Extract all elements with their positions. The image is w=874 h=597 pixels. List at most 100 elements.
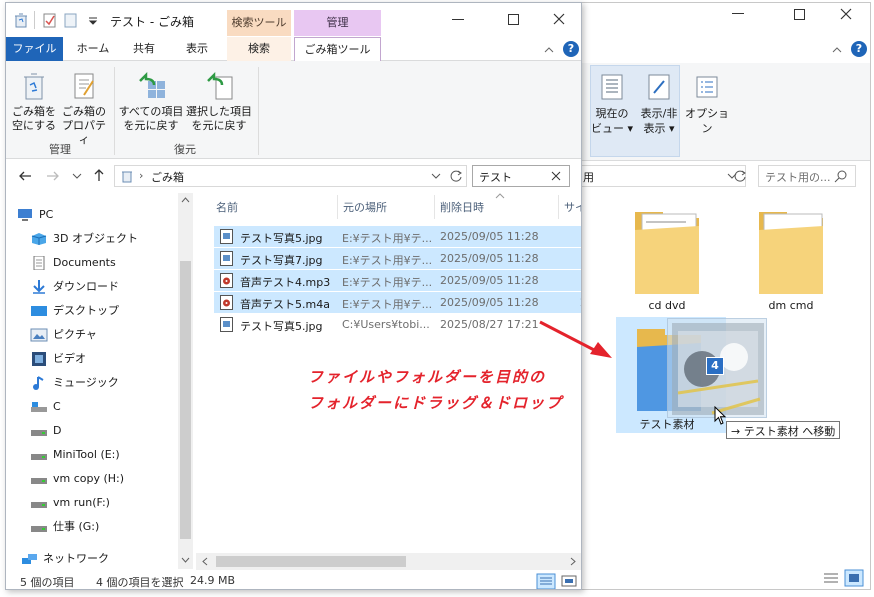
current-view-label-1: 現在の [595, 107, 629, 120]
background-explorer-window[interactable]: ? 現在の ビュー ▾ 表示/非 表示 ▾ オプション 用 テスト用の... c… [575, 2, 871, 590]
column-header-size[interactable]: サイ [564, 199, 581, 215]
restore-selected-button[interactable]: 選択した項目 を元に戻す [186, 71, 252, 133]
nav-item-label: ピクチャ [53, 328, 97, 341]
file-list-horizontal-scrollbar[interactable] [196, 553, 581, 570]
nav-item-drive-e[interactable]: MiniTool (E:) [30, 443, 120, 467]
file-row[interactable]: 音声テスト5.m4a E:¥テスト用¥テ... 2025/09/05 11:28… [214, 292, 581, 313]
nav-item-label: vm copy (H:) [53, 472, 125, 485]
breadcrumb-separator: › [139, 169, 144, 182]
column-header-location[interactable]: 元の場所 [343, 199, 387, 215]
refresh-icon[interactable] [733, 169, 747, 183]
nav-item-drive-f[interactable]: vm run(F:) [30, 491, 110, 515]
nav-item-videos[interactable]: ビデオ [30, 347, 86, 371]
column-header-name[interactable]: 名前 [216, 199, 238, 215]
clear-search-icon[interactable] [551, 171, 561, 181]
back-arrow-icon[interactable] [18, 169, 32, 183]
address-bar[interactable]: › ごみ箱 [114, 165, 467, 187]
current-view-button[interactable]: 現在の ビュー ▾ [590, 73, 634, 136]
nav-item-drive-d[interactable]: D [30, 419, 61, 443]
nav-item-pictures[interactable]: ピクチャ [30, 323, 97, 347]
nav-item-network[interactable]: ネットワーク [20, 547, 109, 571]
minimize-icon[interactable] [732, 13, 744, 14]
new-folder-icon[interactable] [64, 13, 78, 28]
refresh-icon[interactable] [449, 169, 463, 183]
column-divider[interactable] [558, 195, 559, 219]
nav-item-downloads[interactable]: ダウンロード [30, 275, 119, 299]
nav-item-label: PC [39, 208, 54, 221]
recycle-bin-window[interactable]: テスト - ごみ箱 検索ツール 管理 ファイル ホーム 共有 表示 検索 ごみ箱… [5, 2, 582, 590]
details-view-icon[interactable] [536, 573, 556, 590]
scroll-left-icon[interactable] [202, 557, 208, 566]
drive-icon [31, 454, 47, 460]
chevron-down-icon[interactable] [431, 173, 441, 179]
image-file-icon [220, 229, 233, 244]
group-manage-label: 管理 [49, 143, 71, 156]
show-hide-button[interactable]: 表示/非 表示 ▾ [636, 73, 682, 136]
search-input[interactable]: テスト [472, 165, 570, 187]
nav-item-3d-objects[interactable]: 3D オブジェクト [30, 227, 138, 251]
help-icon[interactable]: ? [851, 41, 867, 57]
recent-locations-icon[interactable] [72, 173, 82, 179]
drag-count-badge: 4 [706, 357, 724, 375]
navigation-pane[interactable]: PC 3D オブジェクト Documents ダウンロード デスクトップ ピクチ… [6, 193, 193, 569]
back-ribbon: 現在の ビュー ▾ 表示/非 表示 ▾ オプション [576, 63, 870, 161]
file-row[interactable]: テスト写真5.jpg C:¥Users¥tobi... 2025/08/27 1… [214, 314, 581, 335]
forward-arrow-icon[interactable] [46, 169, 60, 183]
file-row[interactable]: テスト写真7.jpg E:¥テスト用¥テ... 2025/09/05 11:28 [214, 248, 581, 269]
folder-dm-cmd[interactable] [756, 208, 826, 296]
customize-quick-access-icon[interactable] [88, 17, 98, 25]
folder-cd-dvd[interactable] [632, 208, 702, 296]
tab-home[interactable]: ホーム [68, 37, 118, 61]
up-arrow-icon[interactable] [92, 168, 106, 182]
nav-item-desktop[interactable]: デスクトップ [30, 299, 119, 323]
folder-label-cd-dvd: cd dvd [648, 299, 686, 312]
column-divider[interactable] [434, 195, 435, 219]
folder-icon [759, 212, 823, 294]
tab-share[interactable]: 共有 [122, 37, 166, 61]
help-icon[interactable]: ? [563, 41, 579, 57]
options-button[interactable]: オプション [684, 73, 730, 136]
maximize-icon[interactable] [508, 14, 519, 25]
breadcrumb-recycle-bin[interactable]: ごみ箱 [151, 169, 184, 185]
scroll-up-icon[interactable] [181, 197, 190, 203]
details-view-icon[interactable] [822, 571, 840, 585]
maximize-icon[interactable] [794, 9, 805, 20]
tab-file[interactable]: ファイル [6, 37, 63, 61]
minimize-icon[interactable] [452, 19, 464, 20]
properties-icon[interactable] [43, 13, 57, 28]
nav-item-pc[interactable]: PC [16, 203, 53, 227]
scrollbar-thumb[interactable] [180, 261, 191, 539]
file-date-deleted: 2025/09/05 11:28 [440, 296, 539, 309]
drag-preview: 4 [667, 318, 767, 418]
column-divider[interactable] [337, 195, 338, 219]
file-row[interactable]: 音声テスト4.mp3 E:¥テスト用¥テ... 2025/09/05 11:28 [214, 270, 581, 291]
large-icons-view-icon[interactable] [844, 569, 864, 587]
tab-recycle-bin-tools[interactable]: ごみ箱ツール [294, 37, 381, 62]
nav-item-drive-h[interactable]: vm copy (H:) [30, 467, 124, 491]
chevron-up-icon[interactable] [544, 45, 554, 53]
nav-item-music[interactable]: ミュージック [30, 371, 119, 395]
nav-item-label: Documents [53, 256, 116, 269]
close-icon[interactable] [553, 13, 565, 25]
nav-item-documents[interactable]: Documents [30, 251, 116, 275]
column-header-date-deleted[interactable]: 削除日時 [440, 199, 484, 215]
scrollbar-thumb[interactable] [216, 556, 406, 567]
back-address-bar[interactable]: 用 [576, 165, 746, 187]
desktop-icon [31, 306, 47, 316]
chevron-up-icon[interactable] [832, 45, 842, 53]
tab-search[interactable]: 検索 [227, 37, 291, 61]
file-row[interactable]: テスト写真5.jpg E:¥テスト用¥テ... 2025/09/05 11:28 [214, 226, 581, 247]
scroll-down-icon[interactable] [181, 557, 190, 563]
nav-item-drive-c[interactable]: C [30, 395, 61, 419]
3d-objects-icon [31, 233, 47, 245]
restore-all-button[interactable]: すべての項目 を元に戻す [118, 71, 184, 133]
recycle-bin-properties-button[interactable]: ごみ箱の プロパティ [60, 71, 108, 147]
empty-recycle-bin-button[interactable]: ごみ箱を 空にする [10, 71, 58, 133]
tab-view[interactable]: 表示 [172, 37, 222, 61]
download-icon [33, 280, 45, 294]
scroll-right-icon[interactable] [570, 557, 576, 566]
large-icons-view-icon[interactable] [560, 574, 578, 588]
nav-item-drive-g[interactable]: 仕事 (G:) [30, 515, 99, 539]
nav-pane-scrollbar[interactable] [178, 193, 193, 569]
close-icon[interactable] [840, 8, 852, 20]
